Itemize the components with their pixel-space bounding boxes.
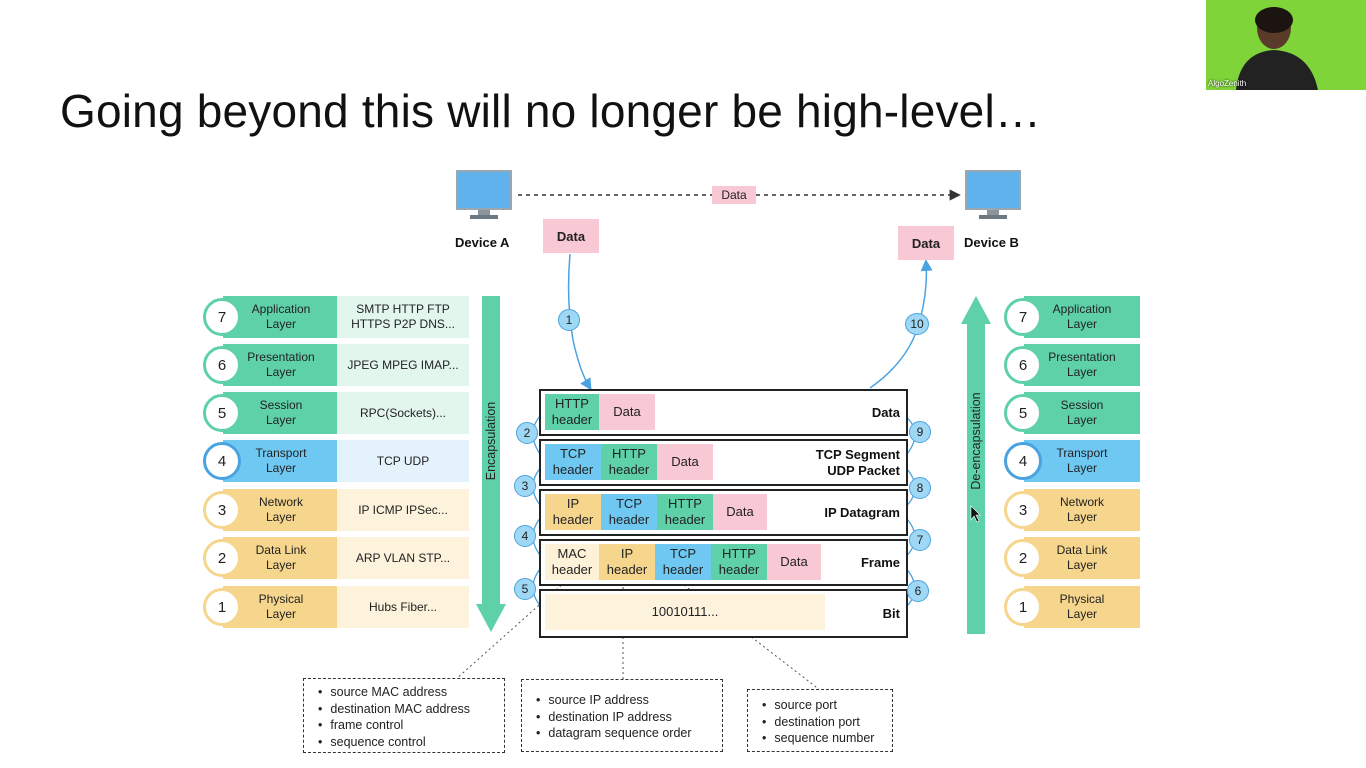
pdu-row-data: HTTP header Data Data bbox=[539, 389, 908, 436]
layer-number-badge: 3 bbox=[203, 491, 241, 529]
layer-protocols: JPEG MPEG IMAP... bbox=[337, 344, 469, 386]
right-layer-2: 2 Data Link Layer bbox=[1004, 537, 1140, 579]
pdu-label: IP Datagram bbox=[824, 505, 900, 520]
layer-number-badge: 2 bbox=[1004, 539, 1042, 577]
http-header-block: HTTP header bbox=[711, 544, 767, 580]
slide-title: Going beyond this will no longer be high… bbox=[60, 85, 1042, 137]
tcp-header-block: TCP header bbox=[545, 444, 601, 480]
note-item: destination MAC address bbox=[318, 701, 504, 718]
layer-protocols: RPC(Sockets)... bbox=[337, 392, 469, 434]
left-layer-1: 1 Physical Layer Hubs Fiber... bbox=[203, 586, 469, 628]
device-a-data-chip: Data bbox=[543, 219, 599, 253]
layer-protocols: ARP VLAN STP... bbox=[337, 537, 469, 579]
layer-number-badge: 6 bbox=[203, 346, 241, 384]
pdu-label: Data bbox=[871, 405, 900, 420]
http-header-block: HTTP header bbox=[657, 494, 713, 530]
encapsulation-arrow-head bbox=[476, 604, 506, 632]
data-block: Data bbox=[767, 544, 821, 580]
note-item: sequence number bbox=[762, 730, 892, 747]
note-item: destination IP address bbox=[536, 709, 722, 726]
webcam-name-label: AlgoZenith bbox=[1208, 79, 1247, 88]
mac-header-block: MAC header bbox=[545, 544, 599, 580]
http-header-block: HTTP header bbox=[601, 444, 657, 480]
note-item: source MAC address bbox=[318, 684, 504, 701]
note-item: datagram sequence order bbox=[536, 725, 722, 742]
right-layer-1: 1 Physical Layer bbox=[1004, 586, 1140, 628]
data-block: Data bbox=[599, 394, 655, 430]
step-badge-10: 10 bbox=[905, 313, 929, 335]
right-layer-4: 4 Transport Layer bbox=[1004, 440, 1140, 482]
pdu-row-datagram: IP header TCP header HTTP header Data IP Da… bbox=[539, 489, 908, 536]
ip-header-block: IP header bbox=[599, 544, 655, 580]
webcam-video: AlgoZenith bbox=[1206, 0, 1366, 90]
ip-header-block: IP header bbox=[545, 494, 601, 530]
tcp-header-note: source port destination port sequence nu… bbox=[747, 689, 893, 752]
ip-header-note: source IP address destination IP address… bbox=[521, 679, 723, 752]
layer-number-badge: 4 bbox=[203, 442, 241, 480]
presenter-silhouette bbox=[1236, 7, 1318, 90]
layer-protocols: TCP UDP bbox=[337, 440, 469, 482]
layer-number-badge: 1 bbox=[1004, 588, 1042, 626]
encapsulation-label: Encapsulation bbox=[484, 401, 498, 481]
tcp-header-block: TCP header bbox=[655, 544, 711, 580]
layer-number-badge: 3 bbox=[1004, 491, 1042, 529]
note-item: source IP address bbox=[536, 692, 722, 709]
left-layer-6: 6 Presentation Layer JPEG MPEG IMAP... bbox=[203, 344, 469, 386]
pdu-label: TCP Segment UDP Packet bbox=[815, 447, 900, 478]
right-layer-3: 3 Network Layer bbox=[1004, 489, 1140, 531]
pdu-row-frame: MAC header IP header TCP header HTTP header … bbox=[539, 539, 908, 586]
device-b-monitor-icon bbox=[965, 170, 1021, 219]
left-layer-2: 2 Data Link Layer ARP VLAN STP... bbox=[203, 537, 469, 579]
step-badge-7: 7 bbox=[909, 529, 931, 551]
left-layer-5: 5 Session Layer RPC(Sockets)... bbox=[203, 392, 469, 434]
data-block: Data bbox=[657, 444, 713, 480]
data-block: Data bbox=[713, 494, 767, 530]
layer-number-badge: 1 bbox=[203, 588, 241, 626]
tcp-header-block: TCP header bbox=[601, 494, 657, 530]
layer-protocols: IP ICMP IPSec... bbox=[337, 489, 469, 531]
layer-number-badge: 4 bbox=[1004, 442, 1042, 480]
layer-number-badge: 2 bbox=[203, 539, 241, 577]
step-badge-2: 2 bbox=[516, 422, 538, 444]
bitstream-block: 10010111... bbox=[545, 594, 825, 630]
note-item: frame control bbox=[318, 717, 504, 734]
device-a-label: Device A bbox=[455, 235, 510, 250]
note-item: sequence control bbox=[318, 734, 504, 751]
device-b-label: Device B bbox=[964, 235, 1019, 250]
right-layer-6: 6 Presentation Layer bbox=[1004, 344, 1140, 386]
step-badge-9: 9 bbox=[909, 421, 931, 443]
deencapsulation-arrow-head bbox=[961, 296, 991, 324]
deencapsulation-label: De-encapsulation bbox=[969, 392, 983, 490]
pdu-row-segment: TCP header HTTP header Data TCP Segment UDP… bbox=[539, 439, 908, 486]
layer-number-badge: 6 bbox=[1004, 346, 1042, 384]
mac-header-note: source MAC address destination MAC addre… bbox=[303, 678, 505, 753]
pdu-label: Bit bbox=[882, 606, 900, 621]
pdu-row-bit: 10010111... Bit bbox=[539, 589, 908, 638]
left-layer-4: 4 Transport Layer TCP UDP bbox=[203, 440, 469, 482]
layer-protocols: SMTP HTTP FTP HTTPS P2P DNS... bbox=[337, 296, 469, 338]
step-badge-6: 6 bbox=[907, 580, 929, 602]
right-layer-5: 5 Session Layer bbox=[1004, 392, 1140, 434]
mouse-cursor-icon bbox=[970, 505, 981, 523]
layer-number-badge: 7 bbox=[1004, 298, 1042, 336]
step-badge-5: 5 bbox=[514, 578, 536, 600]
layer-protocols: Hubs Fiber... bbox=[337, 586, 469, 628]
layer-number-badge: 7 bbox=[203, 298, 241, 336]
pdu-label: Frame bbox=[860, 555, 900, 570]
layer-number-badge: 5 bbox=[1004, 394, 1042, 432]
right-layer-7: 7 Application Layer bbox=[1004, 296, 1140, 338]
note-item: source port bbox=[762, 697, 892, 714]
device-a-monitor-icon bbox=[456, 170, 512, 219]
left-layer-7: 7 Application Layer SMTP HTTP FTP HTTPS P2… bbox=[203, 296, 469, 338]
device-b-data-chip: Data bbox=[898, 226, 954, 260]
device-link-label: Data bbox=[712, 186, 756, 204]
http-header-block: HTTP header bbox=[545, 394, 599, 430]
step-badge-4: 4 bbox=[514, 525, 536, 547]
left-layer-3: 3 Network Layer IP ICMP IPSec... bbox=[203, 489, 469, 531]
step-badge-1: 1 bbox=[558, 309, 580, 331]
note-item: destination port bbox=[762, 714, 892, 731]
layer-number-badge: 5 bbox=[203, 394, 241, 432]
step-badge-8: 8 bbox=[909, 477, 931, 499]
step-badge-3: 3 bbox=[514, 475, 536, 497]
